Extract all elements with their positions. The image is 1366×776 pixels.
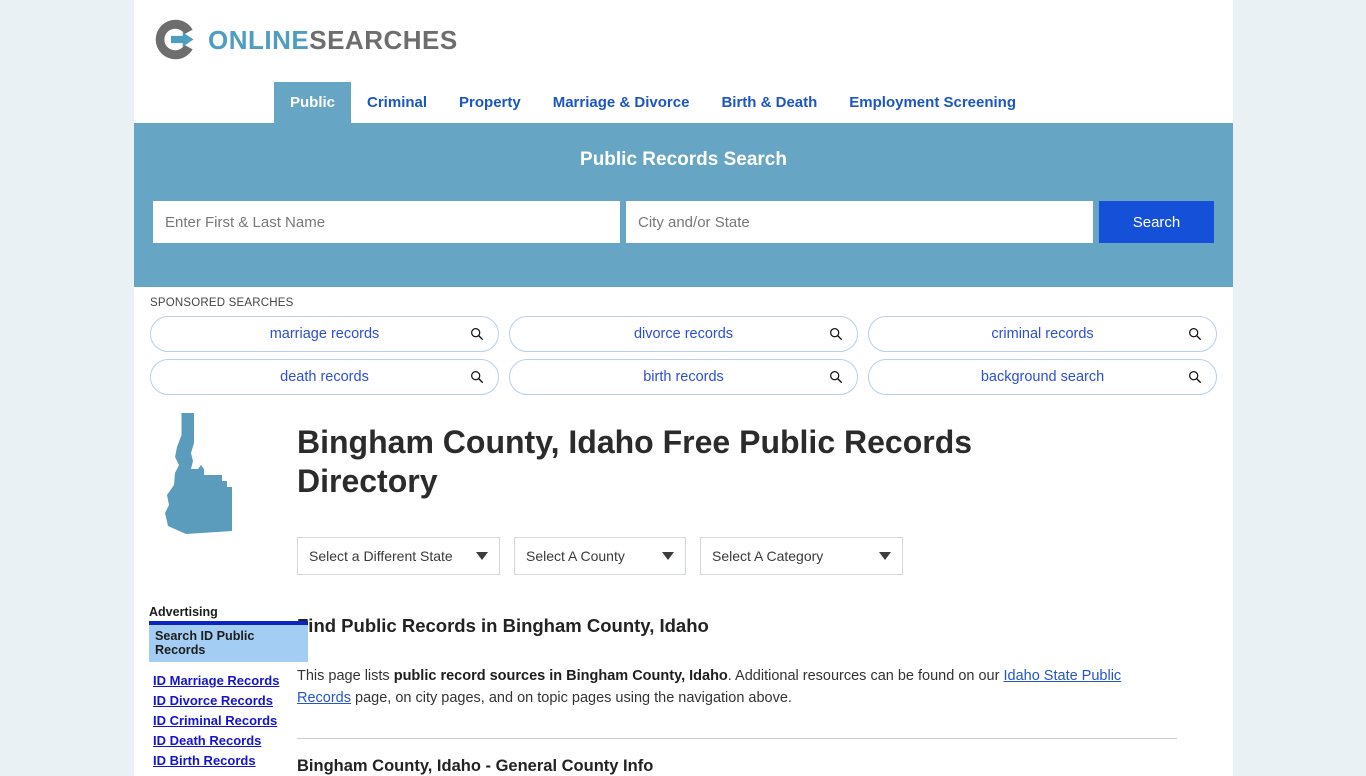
ad-link-list: ID Marriage Records ID Divorce Records I… (149, 673, 308, 768)
sponsored-searches-label: SPONSORED SEARCHES (150, 297, 294, 309)
section-subtitle: Find Public Records in Bingham County, I… (297, 615, 709, 637)
sponsored-pill-marriage-records[interactable]: marriage records (150, 316, 499, 352)
chevron-down-icon (879, 552, 891, 561)
sponsored-pill-birth-records[interactable]: birth records (509, 359, 858, 395)
search-icon (471, 328, 484, 341)
advertising-label: Advertising (149, 605, 218, 619)
ad-link-birth-records[interactable]: ID Birth Records (149, 753, 308, 768)
tab-marriage-divorce[interactable]: Marriage & Divorce (537, 82, 706, 123)
search-icon (1189, 328, 1202, 341)
ad-link-death-records[interactable]: ID Death Records (149, 733, 308, 748)
search-icon (1189, 371, 1202, 384)
state-select-value: Select a Different State (309, 548, 453, 565)
sponsored-pill-criminal-records[interactable]: criminal records (868, 316, 1217, 352)
paragraph-text-2: . Additional resources can be found on o… (727, 668, 1004, 685)
circle-arrow-logo-icon (155, 19, 194, 60)
main-navigation: Public Criminal Property Marriage & Divo… (134, 82, 1233, 123)
logo-text-online: ONLINE (208, 24, 310, 55)
search-icon (830, 328, 843, 341)
sponsored-pill-label: death records (280, 369, 369, 385)
search-icon (830, 371, 843, 384)
advertising-sidebar: Advertising Search ID Public Records ID … (149, 605, 308, 773)
sponsored-searches: SPONSORED SEARCHES marriage records divo… (134, 287, 1233, 395)
tab-birth-death[interactable]: Birth & Death (705, 82, 833, 123)
site-header: ONLINESEARCHES (134, 0, 1233, 82)
logo-text-searches: SEARCHES (309, 24, 458, 55)
sponsored-pill-label: marriage records (269, 326, 380, 342)
paragraph-text-3: page, on city pages, and on topic pages … (351, 690, 792, 707)
tab-criminal[interactable]: Criminal (351, 82, 443, 123)
chevron-down-icon (476, 552, 488, 561)
idaho-state-outline-icon (165, 413, 232, 534)
filter-selects: Select a Different State Select A County… (297, 537, 1217, 576)
page-container: ONLINESEARCHES Public Criminal Property … (134, 0, 1233, 776)
sponsored-pill-divorce-records[interactable]: divorce records (509, 316, 858, 352)
content-column: Bingham County, Idaho Free Public Record… (275, 409, 1217, 776)
ad-link-divorce-records[interactable]: ID Divorce Records (149, 693, 308, 708)
general-county-info-heading: Bingham County, Idaho - General County I… (297, 757, 654, 776)
location-search-input[interactable] (626, 201, 1093, 243)
search-banner: Public Records Search Search (134, 123, 1233, 287)
search-button[interactable]: Search (1099, 201, 1214, 243)
site-logo[interactable]: ONLINESEARCHES (153, 17, 458, 62)
search-icon (471, 371, 484, 384)
county-select[interactable]: Select A County (514, 537, 686, 576)
ad-link-marriage-records[interactable]: ID Marriage Records (149, 673, 308, 688)
paragraph-bold: public record sources in Bingham County,… (393, 668, 728, 685)
category-select-value: Select A Category (712, 548, 824, 565)
ad-box-header: Search ID Public Records (149, 625, 308, 662)
tab-public[interactable]: Public (274, 82, 352, 123)
tab-employment-screening[interactable]: Employment Screening (833, 82, 1032, 123)
section-divider (297, 738, 1177, 740)
sponsored-pill-death-records[interactable]: death records (150, 359, 499, 395)
intro-paragraph: This page lists public record sources in… (297, 665, 1162, 709)
county-select-value: Select A County (526, 548, 625, 565)
chevron-down-icon (662, 552, 674, 561)
sponsored-pill-label: criminal records (991, 326, 1094, 342)
sponsored-pill-label: divorce records (633, 326, 734, 342)
logo-wordmark: ONLINESEARCHES (208, 27, 458, 53)
tab-property[interactable]: Property (443, 82, 537, 123)
paragraph-text-1: This page lists (297, 668, 394, 685)
name-search-input[interactable] (153, 201, 620, 243)
sponsored-pill-grid: marriage records divorce records crimina… (150, 316, 1217, 395)
sponsored-pill-label: background search (980, 369, 1105, 385)
search-form: Search (153, 201, 1214, 243)
page-title: Bingham County, Idaho Free Public Record… (297, 424, 973, 500)
ad-link-criminal-records[interactable]: ID Criminal Records (149, 713, 308, 728)
category-select[interactable]: Select A Category (700, 537, 903, 576)
search-banner-title: Public Records Search (580, 149, 787, 170)
sponsored-pill-background-search[interactable]: background search (868, 359, 1217, 395)
state-select[interactable]: Select a Different State (297, 537, 500, 576)
sponsored-pill-label: birth records (643, 369, 724, 385)
